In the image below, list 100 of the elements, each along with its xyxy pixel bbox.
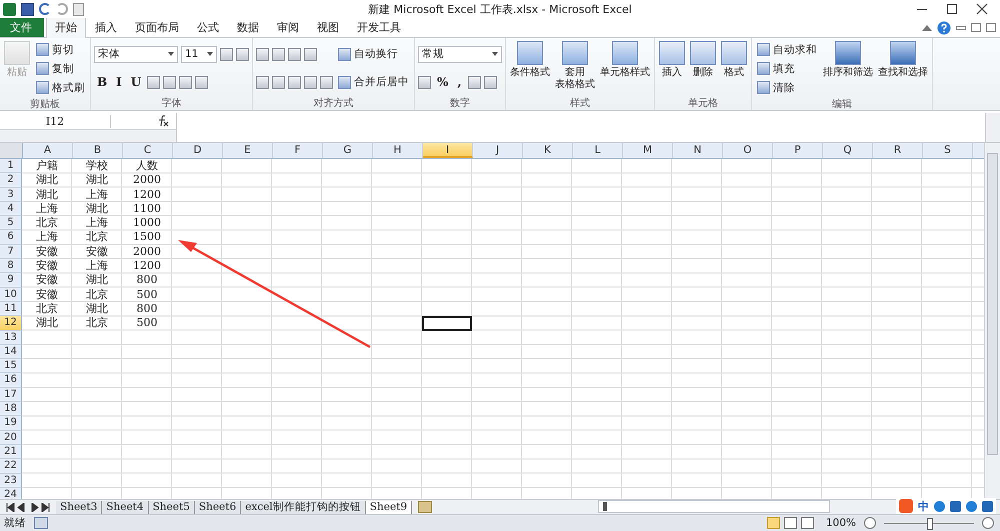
row-header[interactable]: 10 — [0, 288, 22, 302]
ribbon-button[interactable]: 格式刷 — [34, 79, 87, 96]
ribbon-button[interactable]: 自动求和 — [755, 41, 819, 58]
ribbon-button[interactable]: 合并后居中 — [336, 74, 411, 90]
column-header[interactable]: D — [173, 143, 223, 158]
row-header[interactable]: 6 — [0, 230, 22, 245]
row-header[interactable]: 8 — [0, 259, 22, 274]
row-header[interactable]: 22 — [0, 459, 22, 474]
sheet-tab[interactable]: Sheet3 — [56, 501, 102, 514]
format-button[interactable]: I — [113, 74, 125, 90]
column-header[interactable]: B — [73, 143, 123, 158]
tool-icon[interactable] — [304, 48, 317, 60]
tool-icon[interactable] — [418, 76, 431, 88]
ribbon-tab[interactable]: 页面布局 — [126, 17, 188, 37]
ribbon-tab[interactable]: 公式 — [188, 17, 228, 37]
row-header[interactable]: 13 — [0, 330, 22, 345]
column-header[interactable]: F — [273, 143, 323, 158]
row-header[interactable]: 19 — [0, 416, 22, 431]
column-header[interactable]: P — [773, 143, 823, 158]
column-header[interactable]: E — [223, 143, 273, 158]
ime-toolbar[interactable]: 中 — [896, 498, 996, 514]
ribbon-button[interactable]: 自动换行 — [336, 46, 400, 62]
page-break-icon[interactable] — [800, 517, 814, 529]
tool-icon[interactable] — [304, 76, 317, 88]
ribbon-tab[interactable]: 审阅 — [268, 17, 308, 37]
ribbon-tab[interactable]: 开发工具 — [348, 17, 410, 37]
row-header[interactable]: 3 — [0, 188, 22, 202]
ribbon-tab[interactable]: 开始 — [46, 17, 86, 38]
zoom-level[interactable]: 100% — [826, 517, 856, 529]
format-button[interactable]: B — [94, 74, 110, 90]
ribbon-button[interactable]: 条件格式 — [509, 41, 551, 97]
help-icon[interactable] — [937, 20, 951, 34]
column-header[interactable]: N — [673, 143, 723, 158]
macro-icon[interactable] — [34, 517, 48, 529]
tool-icon[interactable] — [484, 76, 497, 88]
file-tab[interactable]: 文件 — [0, 18, 44, 37]
row-header[interactable]: 12 — [0, 316, 22, 331]
row-header[interactable]: 16 — [0, 373, 22, 388]
column-header[interactable]: C — [123, 143, 173, 158]
column-header[interactable]: M — [623, 143, 673, 158]
function-icon[interactable] — [156, 115, 170, 127]
row-header[interactable]: 18 — [0, 402, 22, 416]
ribbon-button[interactable]: 格式 — [720, 41, 748, 97]
ribbon-button[interactable]: 删除 — [689, 41, 717, 97]
tool-icon[interactable] — [256, 76, 269, 88]
row-header[interactable]: 14 — [0, 344, 22, 360]
ribbon-tab[interactable]: 视图 — [308, 17, 348, 37]
tool-icon[interactable] — [288, 48, 301, 60]
column-header[interactable]: K — [523, 143, 573, 158]
sheet-nav-icon[interactable] — [6, 503, 50, 512]
column-header[interactable]: L — [573, 143, 623, 158]
page-layout-icon[interactable] — [784, 517, 797, 529]
row-header[interactable]: 9 — [0, 273, 22, 288]
column-header[interactable]: Q — [823, 143, 873, 158]
ribbon-tab[interactable]: 插入 — [86, 17, 126, 37]
row-header[interactable]: 21 — [0, 444, 22, 460]
tool-icon[interactable] — [256, 48, 269, 60]
column-header[interactable]: O — [723, 143, 773, 158]
row-header[interactable]: 7 — [0, 244, 22, 260]
vertical-scrollbar[interactable] — [984, 143, 1000, 499]
tool-icon[interactable] — [163, 76, 176, 88]
normal-view-icon[interactable] — [766, 517, 780, 529]
row-header[interactable]: 24 — [0, 488, 22, 499]
row-header[interactable]: 11 — [0, 302, 22, 316]
save-icon[interactable] — [21, 2, 34, 16]
row-header[interactable]: 4 — [0, 202, 22, 216]
ribbon-button[interactable]: 填充 — [755, 60, 797, 77]
ribbon-button[interactable]: 套用 表格格式 — [554, 41, 596, 97]
format-button[interactable]: % — [434, 74, 452, 90]
zoom-in-icon[interactable] — [982, 517, 994, 529]
column-header[interactable]: J — [473, 143, 523, 158]
format-button[interactable]: U — [128, 74, 144, 90]
collapse-icon[interactable] — [922, 24, 932, 30]
sheet-tab[interactable]: Sheet6 — [194, 501, 242, 514]
undo-icon[interactable] — [39, 3, 51, 15]
tool-icon[interactable] — [220, 48, 233, 60]
row-header[interactable]: 23 — [0, 474, 22, 488]
tool-icon[interactable] — [236, 48, 249, 60]
row-header[interactable]: 1 — [0, 159, 22, 174]
close-icon[interactable] — [976, 3, 988, 15]
tool-icon[interactable] — [272, 76, 285, 88]
tool-icon[interactable] — [320, 76, 333, 88]
tool-icon[interactable] — [147, 76, 160, 88]
document-icon[interactable] — [73, 2, 84, 16]
row-header[interactable]: 17 — [0, 388, 22, 402]
row-header[interactable]: 20 — [0, 430, 22, 445]
selected-cell[interactable] — [422, 316, 472, 331]
ribbon-button[interactable]: 剪切 — [34, 41, 76, 58]
ribbon-button[interactable]: 查找和选择 — [877, 41, 929, 98]
dropdown-field[interactable]: 常规 — [418, 46, 502, 62]
tool-icon[interactable] — [468, 76, 481, 88]
row-header[interactable]: 5 — [0, 216, 22, 230]
tool-icon[interactable] — [195, 76, 208, 88]
zoom-slider[interactable] — [927, 518, 933, 530]
sheet-tab[interactable]: Sheet9 — [366, 501, 412, 514]
ribbon-button[interactable]: 单元格样式 — [599, 41, 651, 97]
ribbon-button[interactable]: 插入 — [658, 41, 686, 97]
ribbon-button[interactable]: 排序和筛选 — [822, 41, 874, 98]
ribbon-tab[interactable]: 数据 — [228, 17, 268, 37]
horizontal-scrollbar[interactable] — [598, 500, 830, 513]
